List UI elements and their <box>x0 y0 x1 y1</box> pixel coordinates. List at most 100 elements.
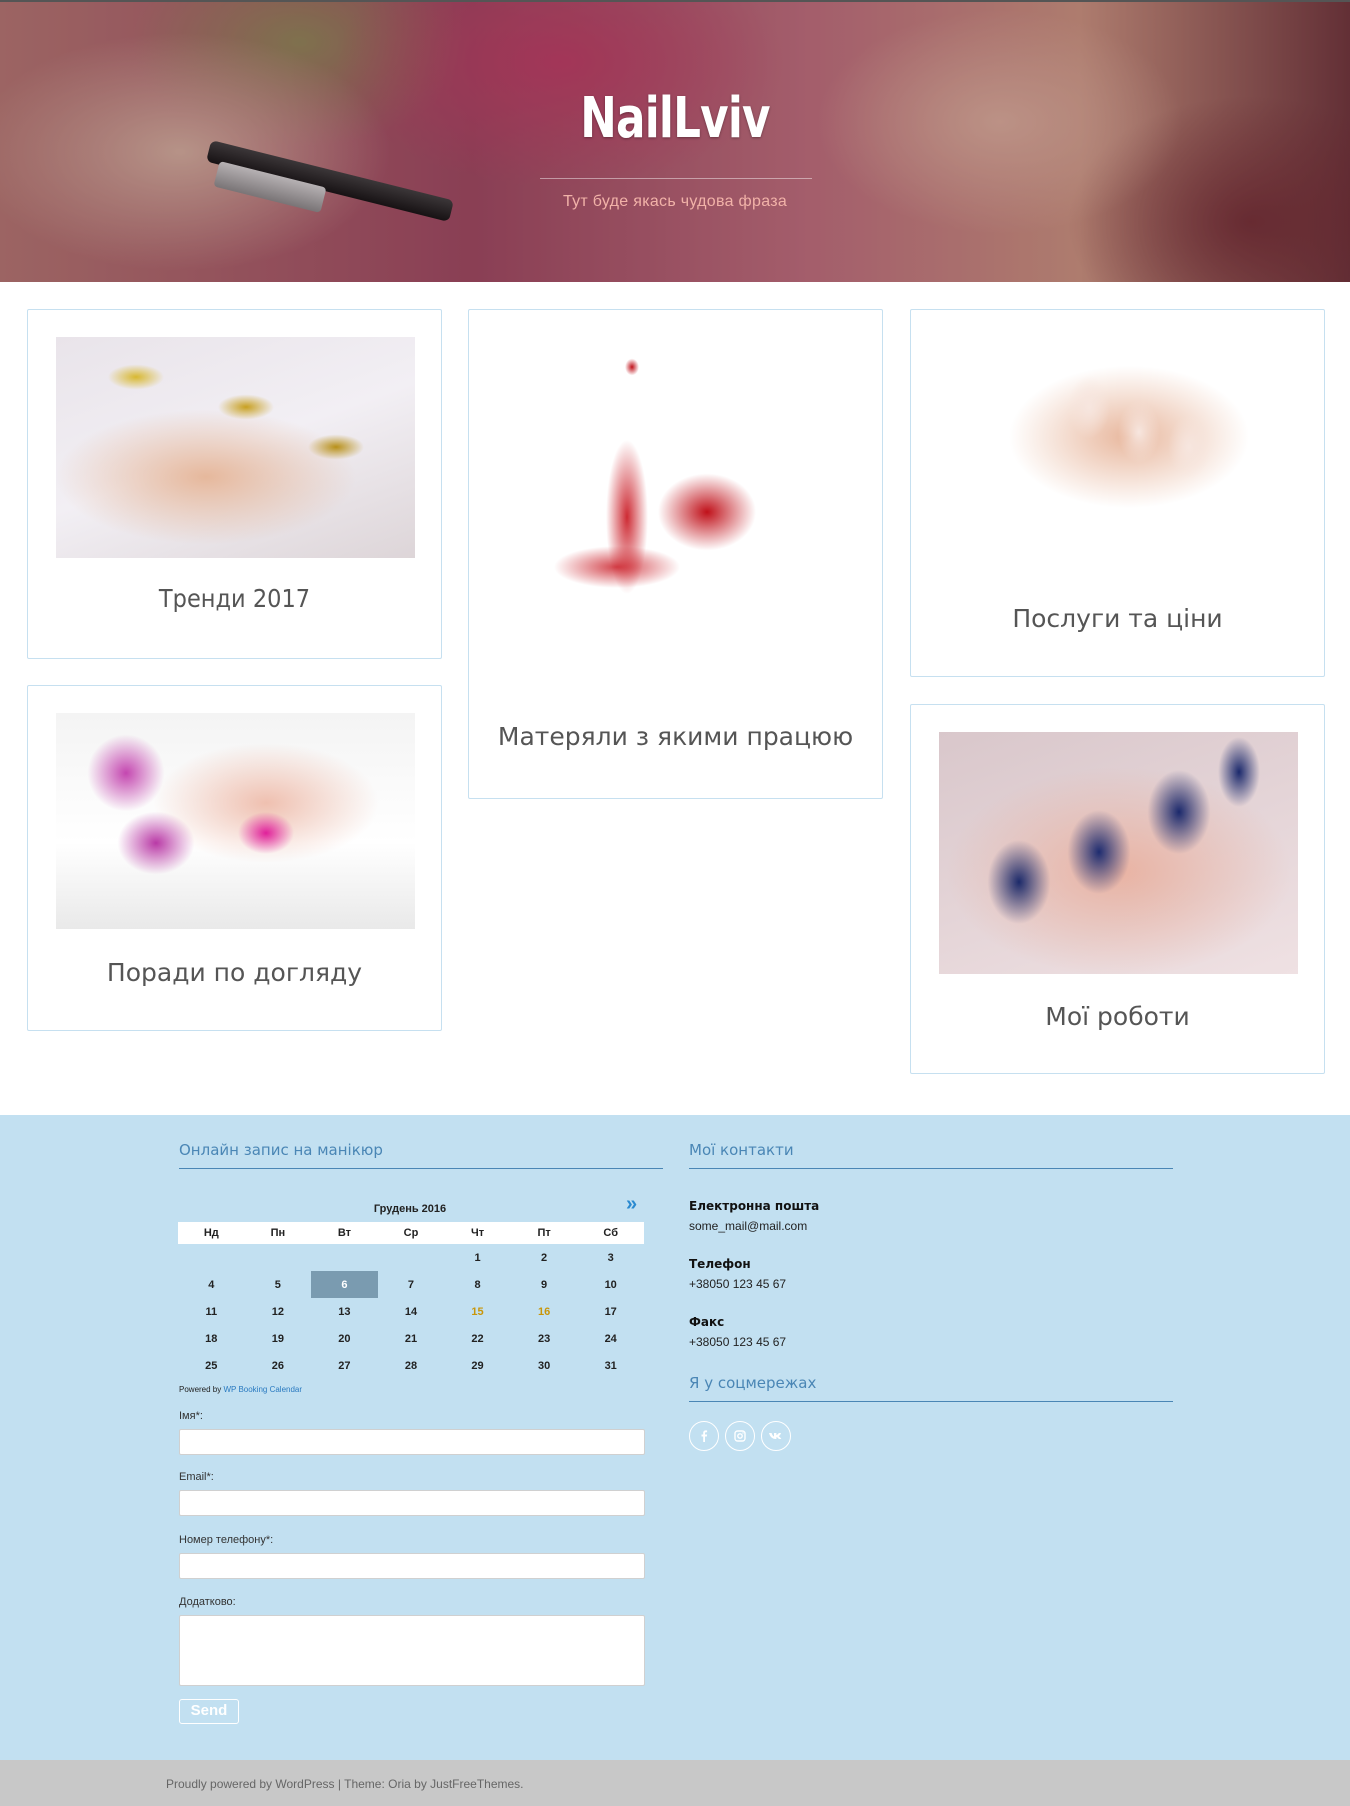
phone-field-label: Номер телефону*: <box>179 1534 274 1546</box>
calendar-week-row: 25 26 27 28 29 30 31 <box>178 1352 644 1379</box>
calendar-day[interactable]: 29 <box>444 1352 511 1379</box>
calendar-day[interactable]: 24 <box>577 1325 644 1352</box>
calendar-day[interactable]: 28 <box>378 1352 445 1379</box>
phone-label: Телефон <box>689 1257 751 1271</box>
navy-nail-art-image[interactable] <box>939 732 1298 974</box>
weekday-header: Ср <box>377 1222 445 1244</box>
site-header: NailLviv Тут буде якась чудова фраза <box>0 0 1350 282</box>
calendar-day[interactable]: 5 <box>245 1271 312 1298</box>
name-input[interactable] <box>179 1429 645 1455</box>
french-manicure-image[interactable] <box>939 337 1298 577</box>
calendar-day[interactable]: 14 <box>378 1298 445 1325</box>
weekday-header: Нд <box>178 1222 245 1244</box>
card-my-works[interactable]: Мої роботи <box>910 704 1325 1074</box>
footer-widgets: Онлайн запис на манікюр Грудень 2016 » Н… <box>0 1115 1350 1760</box>
card-title[interactable]: Послуги та ціни <box>911 604 1324 633</box>
contacts-widget-title: Мої контакти <box>689 1141 794 1159</box>
calendar-day[interactable]: 12 <box>245 1298 312 1325</box>
wp-booking-calendar-link[interactable]: WP Booking Calendar <box>223 1385 302 1394</box>
card-trends[interactable]: Тренди 2017 <box>27 309 442 659</box>
social-widget-title: Я у соцмережах <box>689 1374 817 1392</box>
fax-value: +38050 123 45 67 <box>689 1335 787 1349</box>
calendar-day[interactable]: 9 <box>511 1271 578 1298</box>
weekday-header: Сб <box>577 1222 644 1244</box>
card-title[interactable]: Поради по догляду <box>28 958 441 987</box>
title-divider <box>540 178 812 179</box>
email-input[interactable] <box>179 1490 645 1516</box>
powered-prefix: Powered by <box>179 1385 222 1394</box>
card-title[interactable]: Матеряли з якими працюю <box>469 722 882 751</box>
calendar-day[interactable]: 20 <box>311 1325 378 1352</box>
calendar-day[interactable]: 4 <box>178 1271 245 1298</box>
calendar-day[interactable]: 3 <box>577 1244 644 1271</box>
calendar-day[interactable]: 7 <box>378 1271 445 1298</box>
weekday-header: Пт <box>510 1222 578 1244</box>
calendar-week-row: 11 12 13 14 15 16 17 <box>178 1298 644 1325</box>
fax-label: Факс <box>689 1315 725 1329</box>
calendar-week-row: 123 <box>178 1244 644 1271</box>
calendar-week-row: 18 19 20 21 22 23 24 <box>178 1325 644 1352</box>
weekday-header: Чт <box>444 1222 511 1244</box>
calendar-day[interactable]: 17 <box>577 1298 644 1325</box>
calendar-day[interactable]: 23 <box>511 1325 578 1352</box>
calendar-body: 1 2 3 4 5 6 7 8 9 10 11 12 13 14 15 16 17 18 19 20 21 22 23 24 2… <box>178 1244 644 1379</box>
instagram-icon[interactable] <box>725 1421 755 1451</box>
credit-separator: | <box>337 1777 341 1791</box>
phone-value: +38050 123 45 67 <box>689 1277 787 1291</box>
card-title[interactable]: Мої роботи <box>911 1002 1324 1031</box>
calendar-day[interactable]: 25 <box>178 1352 245 1379</box>
social-title-rule <box>689 1401 1173 1402</box>
calendar-day[interactable]: 6 <box>311 1271 378 1298</box>
facebook-icon[interactable] <box>689 1421 719 1451</box>
booking-calendar: Нд Пн Вт Ср Чт Пт Сб 1 2 3 4 5 6 7 8 9 10 11 12 13 14… <box>178 1222 644 1379</box>
calendar-empty-cell <box>378 1244 445 1271</box>
weekday-header: Пн <box>244 1222 312 1244</box>
email-field-label: Email*: <box>179 1471 214 1483</box>
calendar-day[interactable]: 8 <box>444 1271 511 1298</box>
theme-credit-link[interactable]: Theme: Oria by JustFreeThemes. <box>344 1777 523 1791</box>
booking-widget-title: Онлайн запис на манікюр <box>179 1141 383 1159</box>
calendar-day[interactable]: 18 <box>178 1325 245 1352</box>
wordpress-credit-link[interactable]: Proudly powered by WordPress <box>166 1777 335 1791</box>
email-value[interactable]: some_mail@mail.com <box>689 1219 807 1233</box>
calendar-day[interactable]: 19 <box>245 1325 312 1352</box>
red-nail-polish-image[interactable] <box>497 337 856 695</box>
calendar-day[interactable]: 27 <box>311 1352 378 1379</box>
calendar-day[interactable]: 21 <box>378 1325 445 1352</box>
card-care-tips[interactable]: Поради по догляду <box>27 685 442 1031</box>
weekday-header: Вт <box>311 1222 378 1244</box>
extra-textarea[interactable] <box>179 1615 645 1686</box>
calendar-day[interactable]: 13 <box>311 1298 378 1325</box>
calendar-day[interactable]: 26 <box>245 1352 312 1379</box>
calendar-empty-cell <box>178 1244 245 1271</box>
booking-title-rule <box>179 1168 663 1169</box>
contacts-title-rule <box>689 1168 1173 1169</box>
calendar-day[interactable]: 16 <box>511 1298 578 1325</box>
calendar-day[interactable]: 15 <box>444 1298 511 1325</box>
calendar-month-label: Грудень 2016 <box>373 1203 447 1215</box>
send-button[interactable]: Send <box>179 1699 239 1724</box>
gold-nails-image[interactable] <box>56 337 415 558</box>
site-tagline: Тут буде якась чудова фраза <box>562 193 788 210</box>
calendar-day[interactable]: 11 <box>178 1298 245 1325</box>
calendar-day[interactable]: 1 <box>444 1244 511 1271</box>
phone-input[interactable] <box>179 1553 645 1579</box>
calendar-next-month-button[interactable]: » <box>626 1193 637 1216</box>
name-field-label: Імя*: <box>179 1410 203 1422</box>
calendar-day[interactable]: 22 <box>444 1325 511 1352</box>
extra-field-label: Додатково: <box>179 1596 236 1608</box>
calendar-day[interactable]: 10 <box>577 1271 644 1298</box>
site-info-bar: Proudly powered by WordPress | Theme: Or… <box>0 1760 1350 1806</box>
pink-nails-orchid-image[interactable] <box>56 713 415 929</box>
card-materials[interactable]: Матеряли з якими працюю <box>468 309 883 799</box>
card-title[interactable]: Тренди 2017 <box>49 584 421 613</box>
site-title[interactable]: NailLviv <box>149 86 1202 151</box>
calendar-day[interactable]: 31 <box>577 1352 644 1379</box>
calendar-weekday-row: Нд Пн Вт Ср Чт Пт Сб <box>178 1222 644 1244</box>
vk-icon[interactable] <box>761 1421 791 1451</box>
calendar-empty-cell <box>311 1244 378 1271</box>
calendar-day[interactable]: 2 <box>511 1244 578 1271</box>
card-services-prices[interactable]: Послуги та ціни <box>910 309 1325 677</box>
booking-powered-by: Powered by WP Booking Calendar <box>179 1385 302 1394</box>
calendar-day[interactable]: 30 <box>511 1352 578 1379</box>
